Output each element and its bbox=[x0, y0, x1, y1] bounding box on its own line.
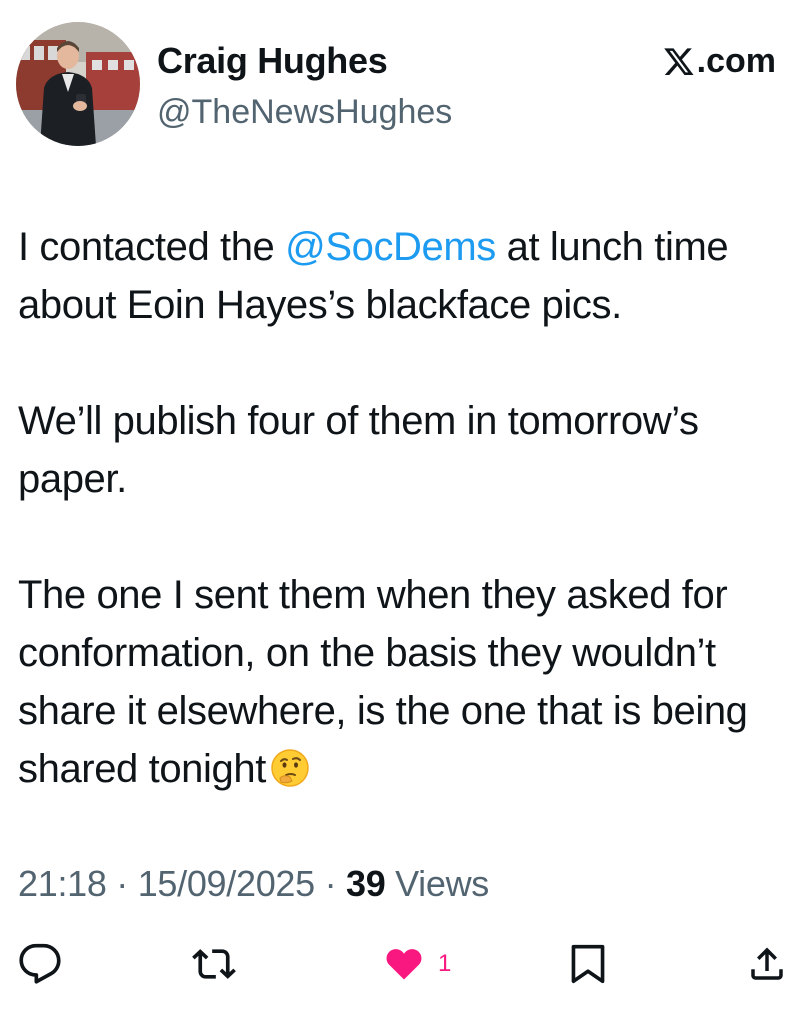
share-button[interactable] bbox=[746, 940, 788, 988]
bookmark-button[interactable] bbox=[568, 940, 608, 988]
tweet-paragraph-1: I contacted the @SocDems at lunch time a… bbox=[18, 218, 798, 334]
meta-separator: · bbox=[314, 863, 346, 904]
avatar-photo bbox=[16, 22, 140, 146]
views-label: Views bbox=[385, 863, 490, 904]
tweet-text-3: The one I sent them when they asked for … bbox=[18, 573, 748, 791]
author-name[interactable]: Craig Hughes bbox=[157, 40, 388, 82]
tweet-paragraph-3: The one I sent them when they asked for … bbox=[18, 566, 798, 798]
retweet-button[interactable] bbox=[192, 940, 236, 988]
tweet-time[interactable]: 21:18 bbox=[18, 863, 107, 904]
tweet-text-1a: I contacted the bbox=[18, 225, 286, 269]
author-handle[interactable]: @TheNewsHughes bbox=[157, 92, 452, 132]
reply-icon bbox=[19, 943, 61, 984]
tweet-meta: 21:18 · 15/09/2025 · 39 Views bbox=[18, 862, 489, 906]
author-avatar[interactable] bbox=[16, 22, 140, 146]
bookmark-icon bbox=[571, 944, 605, 984]
thinking-face-emoji-icon bbox=[270, 746, 310, 787]
tweet-paragraph-2: We’ll publish four of them in tomorrow’s… bbox=[18, 399, 699, 501]
tweet-date[interactable]: 15/09/2025 bbox=[138, 863, 315, 904]
heart-icon bbox=[386, 949, 422, 980]
meta-separator: · bbox=[106, 863, 138, 904]
like-count: 1 bbox=[438, 950, 452, 977]
source-label: .com bbox=[696, 42, 776, 80]
like-button[interactable]: 1 bbox=[384, 940, 451, 988]
mention-link[interactable]: @SocDems bbox=[285, 225, 496, 269]
retweet-icon bbox=[192, 949, 236, 979]
action-bar: 1 bbox=[0, 940, 808, 988]
source-watermark: .com bbox=[663, 40, 776, 82]
share-icon bbox=[751, 947, 783, 980]
x-logo-icon bbox=[663, 45, 695, 77]
tweet-text: I contacted the @SocDems at lunch time a… bbox=[18, 218, 798, 798]
views-count: 39 bbox=[345, 863, 386, 904]
reply-button[interactable] bbox=[18, 940, 62, 988]
tweet-card: Craig Hughes @TheNewsHughes .com I conta… bbox=[0, 0, 808, 1024]
